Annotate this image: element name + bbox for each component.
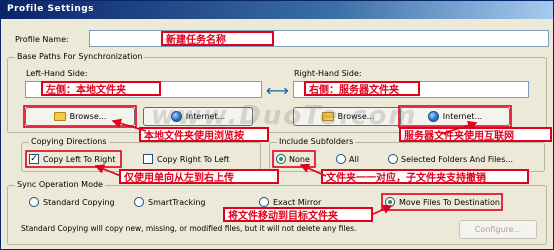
mode-smarttracking-label: SmartTracking: [148, 198, 206, 207]
mode-move-files-label: Move Files To Destination: [399, 198, 500, 207]
copy-right-to-left-label: Copy Right To Left: [157, 155, 230, 164]
folder-icon: [53, 112, 66, 121]
copy-left-to-right-label: Copy Left To Right: [43, 155, 116, 164]
title-bar[interactable]: Profile Settings: [1, 1, 553, 19]
annotation-task-name: 新建任务名称: [161, 31, 274, 46]
subfolders-all-label: All: [349, 155, 359, 164]
mode-move-files-radio[interactable]: [385, 197, 395, 207]
mode-smarttracking-radio[interactable]: [134, 197, 144, 207]
profile-settings-window: Profile Settings Profile Name: Base Path…: [0, 0, 554, 250]
subfolders-none-radio[interactable]: [276, 154, 286, 164]
copy-left-to-right-checkbox[interactable]: ✓: [29, 154, 39, 164]
mode-standard-radio[interactable]: [29, 197, 39, 207]
browse-left-label: Browse...: [69, 112, 107, 121]
sync-mode-group-label: Sync Operation Mode: [15, 180, 105, 189]
annotation-direction-note: 仅使用单向从左到右上传: [119, 169, 279, 184]
swap-arrow-icon[interactable]: ⟷: [266, 81, 289, 100]
mode-exact-mirror-radio[interactable]: [259, 197, 269, 207]
annotation-subfolder-note: 文件夹一一对应，子文件夹支持撤销: [321, 169, 529, 184]
profile-name-input[interactable]: [89, 30, 549, 47]
internet-right-label: Internet...: [442, 112, 483, 121]
subfolders-selected-label: Selected Folders And Files...: [401, 155, 514, 164]
window-title: Profile Settings: [7, 4, 95, 14]
base-paths-group-label: Base Paths For Synchronization: [15, 52, 145, 61]
mode-exact-mirror-label: Exact Mirror: [273, 198, 322, 207]
mode-description: Standard Copying will copy new, missing,…: [21, 224, 357, 233]
configure-label: Configure...: [474, 225, 522, 234]
copy-right-to-left-checkbox[interactable]: [143, 154, 153, 164]
left-side-label: Left-Hand Side:: [26, 69, 88, 78]
annotation-internet-note: 服务器文件夹使用互联网: [399, 127, 552, 142]
annotation-right-folder: 右侧：服务器文件夹: [304, 81, 420, 96]
copying-directions-group-label: Copying Directions: [29, 137, 109, 146]
mode-standard-label: Standard Copying: [43, 198, 115, 207]
include-subfolders-group-label: Include Subfolders: [277, 137, 356, 146]
annotation-move-note: 将文件移动到目标文件夹: [223, 207, 373, 222]
subfolders-none-label: None: [289, 155, 310, 164]
subfolders-all-radio[interactable]: [336, 154, 346, 164]
browse-left-button[interactable]: Browse...: [25, 107, 135, 126]
annotation-browse-note: 本地文件夹使用浏览按: [139, 127, 269, 142]
profile-name-label: Profile Name:: [15, 35, 69, 44]
subfolders-selected-radio[interactable]: [388, 154, 398, 164]
right-side-label: Right-Hand Side:: [294, 69, 362, 78]
annotation-left-folder: 左侧：本地文件夹: [41, 81, 161, 96]
configure-button[interactable]: Configure...: [459, 220, 537, 239]
globe-icon: [427, 111, 439, 122]
